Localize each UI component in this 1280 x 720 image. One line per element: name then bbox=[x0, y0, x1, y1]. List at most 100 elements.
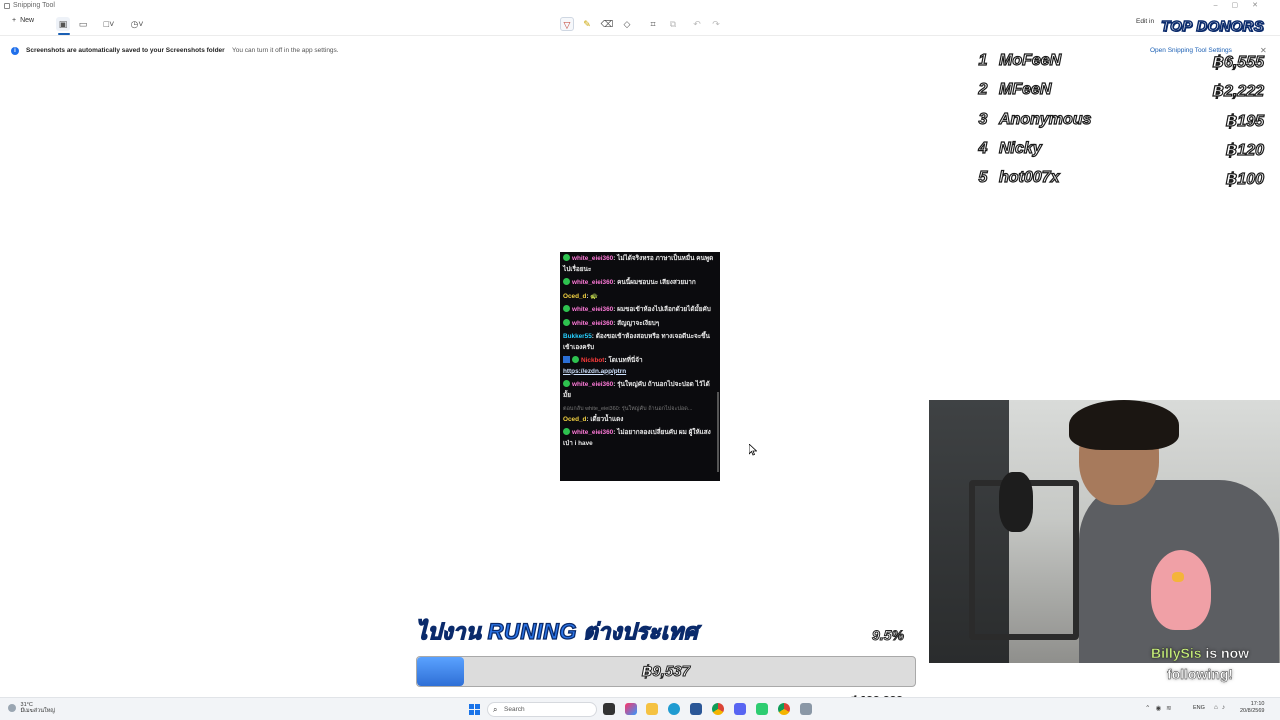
donation-goal-title: ไปงาน RUNING ต่างประเทศ bbox=[415, 618, 698, 644]
weather-desc: มีเมฆส่วนใหญ่ bbox=[20, 708, 55, 714]
top-donors-panel: TOP DONORS 1 MoFeeN ฿6,555 2 MFeeN ฿2,22… bbox=[965, 16, 1270, 196]
donation-goal-current: ฿9,537 bbox=[642, 663, 691, 681]
clock-date: 20/8/2569 bbox=[1240, 708, 1265, 714]
chat-username: Bukker55 bbox=[563, 333, 592, 340]
verified-badge-icon bbox=[563, 428, 570, 435]
donor-name: Nicky bbox=[998, 139, 1042, 157]
donor-amount: ฿195 bbox=[1226, 112, 1265, 130]
chat-username: white_eiei360 bbox=[572, 255, 614, 262]
chat-message: white_eiei360: ผมขอเข้าห้องไปเลือกด้วยได… bbox=[563, 305, 717, 316]
donor-name: MoFeeN bbox=[998, 51, 1062, 69]
donor-name: hot007x bbox=[998, 168, 1060, 186]
chat-message: white_eiei360: รุ่นใหญ่คับ ถ้านอกไปจะปอด… bbox=[563, 380, 710, 399]
chat-text: โดเนทที่นี่จ้า bbox=[608, 357, 643, 364]
chat-text: สัญญาจะเงียบๆ bbox=[617, 319, 660, 327]
crop-icon[interactable]: ⌗ bbox=[646, 17, 660, 31]
windows-start-icon[interactable] bbox=[469, 704, 480, 715]
highlighter-icon[interactable]: ✎ bbox=[580, 17, 594, 31]
shapes-icon[interactable]: ◇ bbox=[620, 17, 634, 31]
edge-icon[interactable] bbox=[668, 703, 680, 715]
system-tray-icons[interactable]: ⌃◉≋ bbox=[1145, 704, 1177, 712]
verified-badge-icon bbox=[563, 318, 570, 326]
donor-row: 2 MFeeN ฿2,222 bbox=[965, 80, 1270, 105]
task-view-icon[interactable] bbox=[603, 703, 615, 715]
store-icon[interactable] bbox=[690, 703, 702, 715]
verified-badge-icon bbox=[572, 356, 579, 363]
chrome-profile-icon[interactable] bbox=[778, 703, 790, 715]
snipping-tool-taskbar-icon[interactable] bbox=[800, 703, 812, 715]
chat-text: ผมขอเข้าห้องไปเลือกด้วยได้มั้ยคับ bbox=[617, 306, 711, 313]
chat-reply-preview: ตอบกลับ white_eiei360: รุ่นใหญ่คับ ถ้านอ… bbox=[563, 406, 693, 412]
search-placeholder: Search bbox=[504, 706, 525, 713]
top-donors-title: TOP DONORS bbox=[1160, 17, 1264, 36]
chat-message: Oced_d: เดี๋ยวน้ำแดง bbox=[563, 415, 624, 423]
chat-message: white_eiei360: คนนี้ผมชอบนะ เสียงสวยมาก bbox=[563, 278, 717, 289]
snip-shape-icon[interactable]: □˅ bbox=[102, 17, 116, 31]
chat-username: Oced_d bbox=[563, 292, 587, 300]
donor-row: 1 MoFeeN ฿6,555 bbox=[965, 51, 1270, 76]
info-icon: i bbox=[11, 47, 19, 55]
bird-mascot-beak bbox=[1172, 572, 1184, 582]
screenshot-mode-icon[interactable]: ▣ bbox=[56, 17, 70, 31]
follower-name: BillySis bbox=[1150, 645, 1202, 661]
new-button[interactable]: + New bbox=[12, 17, 34, 24]
taskbar-search[interactable]: ⌕ Search bbox=[487, 702, 597, 717]
chat-message: Bukker55: ต้องขอเข้าห้องสอบหรือ ทางเจอดี… bbox=[563, 333, 710, 351]
clock[interactable]: 17:10 20/8/2569 bbox=[1240, 701, 1264, 715]
donor-name: Anonymous bbox=[998, 110, 1092, 128]
chat-username: Nickbot bbox=[581, 357, 605, 364]
weather-widget[interactable]: 31°C มีเมฆส่วนใหญ่ bbox=[8, 702, 55, 714]
donor-row: 4 Nicky ฿120 bbox=[965, 139, 1270, 164]
ballpoint-pen-icon[interactable]: ▽ bbox=[560, 17, 574, 31]
donor-row: 3 Anonymous ฿195 bbox=[965, 110, 1270, 135]
copilot-icon[interactable] bbox=[625, 703, 637, 715]
network-volume-icon[interactable]: ⌂♪ bbox=[1214, 704, 1229, 711]
verified-badge-icon bbox=[563, 278, 570, 285]
donor-rank: 5 bbox=[978, 168, 988, 186]
donor-rank: 4 bbox=[978, 139, 988, 157]
chat-username: white_eiei360 bbox=[572, 429, 614, 436]
eraser-icon[interactable]: ⌫ bbox=[600, 17, 614, 31]
donate-link[interactable]: https://ezdn.app/ptrn bbox=[563, 368, 626, 375]
undo-icon[interactable]: ↶ bbox=[690, 17, 704, 31]
info-message: Screenshots are automatically saved to y… bbox=[26, 47, 225, 54]
app-title: Snipping Tool bbox=[13, 2, 55, 9]
bot-badge-icon bbox=[563, 356, 570, 363]
chat-message: white_eiei360: ไม่ได้จริงหรอ ภาษาเป็นหมื… bbox=[563, 254, 714, 273]
plus-icon: + bbox=[12, 17, 17, 24]
text-actions-icon[interactable]: ⧉ bbox=[666, 17, 680, 31]
green-app-icon[interactable] bbox=[756, 703, 768, 715]
video-mode-icon[interactable]: ▭ bbox=[76, 17, 90, 31]
new-button-label: New bbox=[20, 17, 35, 24]
donation-goal-bar: ฿9,537 bbox=[416, 656, 916, 687]
donation-goal-percent: 9.5% bbox=[872, 627, 905, 644]
redo-icon[interactable]: ↷ bbox=[709, 17, 723, 31]
language-indicator[interactable]: ENG bbox=[1193, 705, 1205, 711]
donor-amount: ฿2,222 bbox=[1212, 82, 1264, 100]
delay-timer-icon[interactable]: ◷˅ bbox=[130, 17, 144, 31]
file-explorer-icon[interactable] bbox=[646, 703, 658, 715]
verified-badge-icon bbox=[563, 254, 570, 261]
donor-rank: 1 bbox=[978, 51, 988, 69]
window-controls[interactable]: –▢✕ bbox=[1214, 1, 1272, 9]
donor-name: MFeeN bbox=[998, 80, 1052, 98]
chat-snip: white_eiei360: ไม่ได้จริงหรอ ภาษาเป็นหมื… bbox=[560, 252, 720, 481]
chrome-icon[interactable] bbox=[712, 703, 724, 715]
search-icon: ⌕ bbox=[493, 705, 498, 714]
taskbar: 31°C มีเมฆส่วนใหญ่ ⌕ Search ⌃◉≋ ENG ⌂♪ 1… bbox=[0, 697, 1280, 720]
webcam-streamer-hair bbox=[1069, 400, 1179, 450]
chat-text: เดี๋ยวน้ำแดง bbox=[590, 415, 624, 423]
discord-icon[interactable] bbox=[734, 703, 746, 715]
follow-alert: BillySis is now following! bbox=[1120, 643, 1280, 685]
chat-username: white_eiei360 bbox=[572, 381, 614, 388]
chat-scrollbar[interactable] bbox=[717, 392, 719, 472]
clock-time: 17:10 bbox=[1250, 701, 1265, 707]
screen: { "window": { "app_name": "Snipping Tool… bbox=[0, 0, 1280, 720]
info-sub-message: You can turn it off in the app settings. bbox=[232, 47, 339, 54]
donor-amount: ฿120 bbox=[1226, 141, 1265, 159]
verified-badge-icon bbox=[563, 380, 570, 387]
chat-message: Nickbot: โดเนทที่นี่จ้า https://ezdn.app… bbox=[563, 356, 643, 375]
chat-emote: 🐢 bbox=[590, 292, 599, 300]
chat-username: white_eiei360 bbox=[572, 279, 614, 286]
chat-message: Oced_d: 🐢 bbox=[563, 292, 599, 300]
